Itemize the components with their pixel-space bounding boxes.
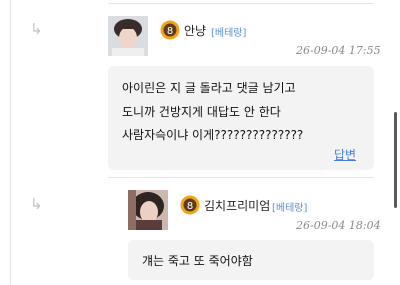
role-badge: [베테랑] bbox=[272, 203, 308, 214]
level-number: 8 bbox=[167, 26, 173, 37]
level-badge-icon: 8 bbox=[180, 195, 200, 215]
nickname[interactable]: 안냥 bbox=[184, 22, 206, 39]
avatar[interactable] bbox=[128, 190, 168, 230]
comment-line: 도니까 건방지게 대답도 안 한다 bbox=[122, 105, 281, 119]
avatar[interactable] bbox=[108, 16, 148, 56]
nickname[interactable]: 김치프리미엄 bbox=[204, 197, 270, 214]
comment-line: 사람자슥이냐 이게?????????????? bbox=[122, 128, 304, 142]
level-number: 8 bbox=[187, 201, 193, 212]
role-badge: [베테랑] bbox=[211, 28, 247, 39]
reply-arrow-icon: ↳ bbox=[30, 20, 43, 38]
comment-divider bbox=[108, 177, 374, 178]
comment-date: 26-09-04 17:55 bbox=[296, 44, 381, 57]
level-badge-icon: 8 bbox=[160, 20, 180, 40]
comment-line: 걔는 죽고 또 죽어야함 bbox=[142, 254, 253, 268]
comment-line: 아이린은 지 글 돌라고 댓글 남기고 bbox=[122, 81, 296, 95]
scrollbar-thumb[interactable] bbox=[394, 112, 397, 208]
reply-arrow-icon: ↳ bbox=[30, 195, 43, 213]
reply-button[interactable]: 답변 bbox=[334, 146, 356, 163]
thread-left-border bbox=[10, 0, 11, 285]
comment-body: 아이린은 지 글 돌라고 댓글 남기고 도니까 건방지게 대답도 안 한다 사람… bbox=[108, 66, 374, 170]
comment-date: 26-09-04 18:04 bbox=[296, 219, 381, 232]
comment-body: 걔는 죽고 또 죽어야함 bbox=[128, 240, 374, 280]
top-divider bbox=[108, 3, 374, 4]
